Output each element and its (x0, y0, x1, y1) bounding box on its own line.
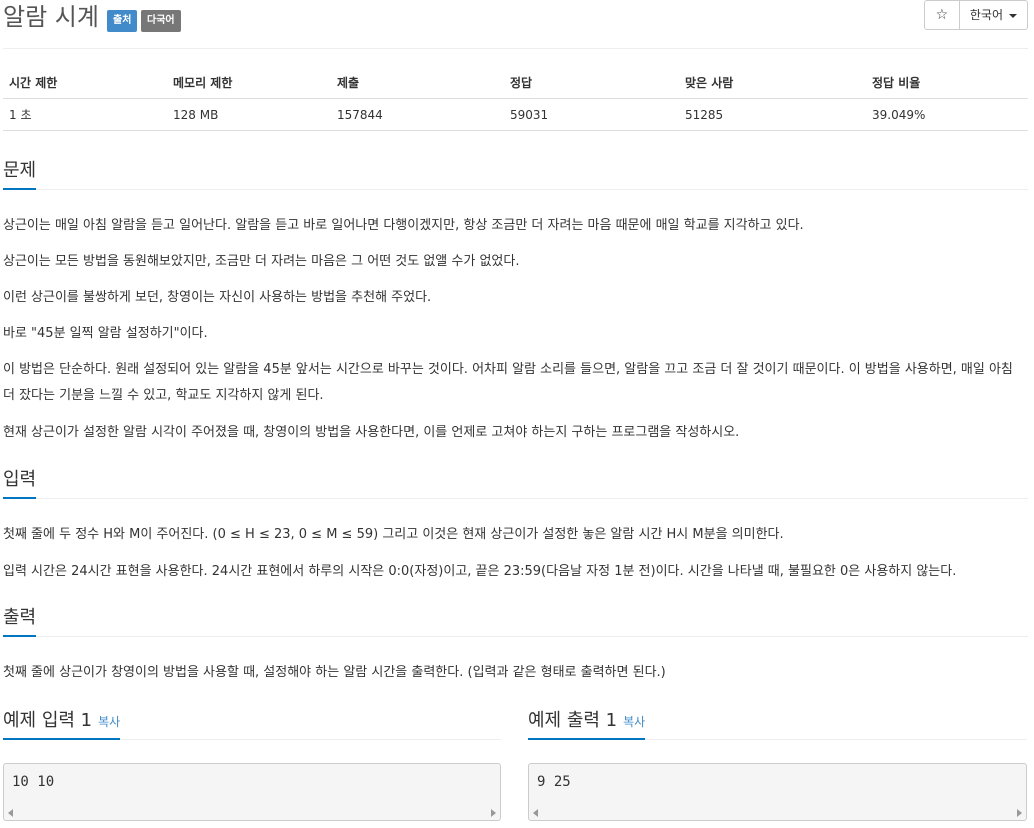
sample-input-box[interactable]: 10 10 (3, 763, 501, 821)
sample-input-header: 예제 입력 1 복사 (3, 709, 501, 740)
table-row: 1 초 128 MB 157844 59031 51285 39.049% (3, 98, 1028, 131)
sample-output-code: 9 25 (537, 774, 571, 790)
header-time-limit: 시간 제한 (3, 66, 167, 99)
table-header-row: 시간 제한 메모리 제한 제출 정답 맞은 사람 정답 비율 (3, 66, 1028, 99)
input-section-header: 입력 (3, 468, 1028, 499)
horizontal-scrollbar[interactable] (529, 806, 1026, 820)
solved-users-value: 51285 (679, 98, 866, 131)
problem-info-table: 시간 제한 메모리 제한 제출 정답 맞은 사람 정답 비율 1 초 128 M… (3, 66, 1028, 131)
multilang-badge[interactable]: 다국어 (141, 10, 181, 32)
header-submissions: 제출 (331, 66, 504, 99)
scroll-left-icon[interactable] (8, 809, 13, 817)
scroll-right-icon[interactable] (491, 809, 496, 817)
language-dropdown[interactable]: 한국어 (959, 0, 1028, 30)
problem-paragraph: 상근이는 모든 방법을 동원해보았지만, 조금만 더 자려는 마음은 그 어떤 … (3, 254, 520, 269)
sample-output-title-text: 예제 출력 1 (528, 710, 618, 731)
problem-paragraph: 이 방법은 단순하다. 원래 설정되어 있는 알람을 45분 앞서는 시간으로 … (3, 362, 1013, 403)
header-accept-ratio: 정답 비율 (866, 66, 1028, 99)
output-paragraph: 첫째 줄에 상근이가 창영이의 방법을 사용할 때, 설정해야 하는 알람 시간… (3, 665, 666, 680)
header-accepted: 정답 (504, 66, 679, 99)
accepted-value: 59031 (504, 98, 679, 131)
problem-section-header: 문제 (3, 159, 1028, 190)
problem-toolbar: ☆ 한국어 (923, 0, 1028, 30)
divider (3, 48, 1028, 49)
scroll-right-icon[interactable] (1017, 809, 1022, 817)
output-section-header: 출력 (3, 606, 1028, 637)
output-section-title: 출력 (3, 603, 37, 637)
sample-input-code: 10 10 (12, 774, 55, 790)
sample-input-title: 예제 입력 1 복사 (3, 706, 121, 740)
caret-down-icon (1009, 13, 1017, 18)
input-paragraph: 입력 시간은 24시간 표현을 사용한다. 24시간 표현에서 하루의 시작은 … (3, 564, 957, 579)
input-section-title: 입력 (3, 465, 37, 499)
problem-paragraph: 상근이는 매일 아침 알람을 듣고 일어난다. 알람을 듣고 바로 일어나면 다… (3, 218, 804, 233)
problem-paragraph: 이런 상근이를 불쌍하게 보던, 창영이는 자신이 사용하는 방법을 추천해 주… (3, 290, 432, 305)
copy-sample-output-button[interactable]: 복사 (623, 715, 645, 729)
sample-input-title-text: 예제 입력 1 (3, 710, 93, 731)
accept-ratio-value: 39.049% (866, 98, 1028, 131)
star-icon[interactable]: ☆ (923, 0, 960, 30)
problem-paragraph: 바로 "45분 일찍 알람 설정하기"이다. (3, 326, 208, 341)
header-memory-limit: 메모리 제한 (167, 66, 331, 99)
problem-section-title: 문제 (3, 156, 37, 190)
sample-output-box[interactable]: 9 25 (528, 763, 1027, 821)
source-badge[interactable]: 출처 (107, 10, 138, 32)
input-paragraph: 첫째 줄에 두 정수 H와 M이 주어진다. (0 ≤ H ≤ 23, 0 ≤ … (3, 527, 784, 542)
sample-output-title: 예제 출력 1 복사 (528, 706, 646, 740)
submissions-value: 157844 (331, 98, 504, 131)
header-solved-users: 맞은 사람 (679, 66, 866, 99)
copy-sample-input-button[interactable]: 복사 (98, 715, 120, 729)
language-label: 한국어 (969, 8, 1003, 22)
memory-limit-value: 128 MB (167, 98, 331, 131)
scroll-left-icon[interactable] (533, 809, 538, 817)
problem-paragraph: 현재 상근이가 설정한 알람 시각이 주어졌을 때, 창영이의 방법을 사용한다… (3, 425, 740, 440)
sample-output-header: 예제 출력 1 복사 (528, 709, 1027, 740)
horizontal-scrollbar[interactable] (4, 806, 500, 820)
time-limit-value: 1 초 (3, 98, 167, 131)
page-title: 알람 시계 (3, 3, 99, 31)
